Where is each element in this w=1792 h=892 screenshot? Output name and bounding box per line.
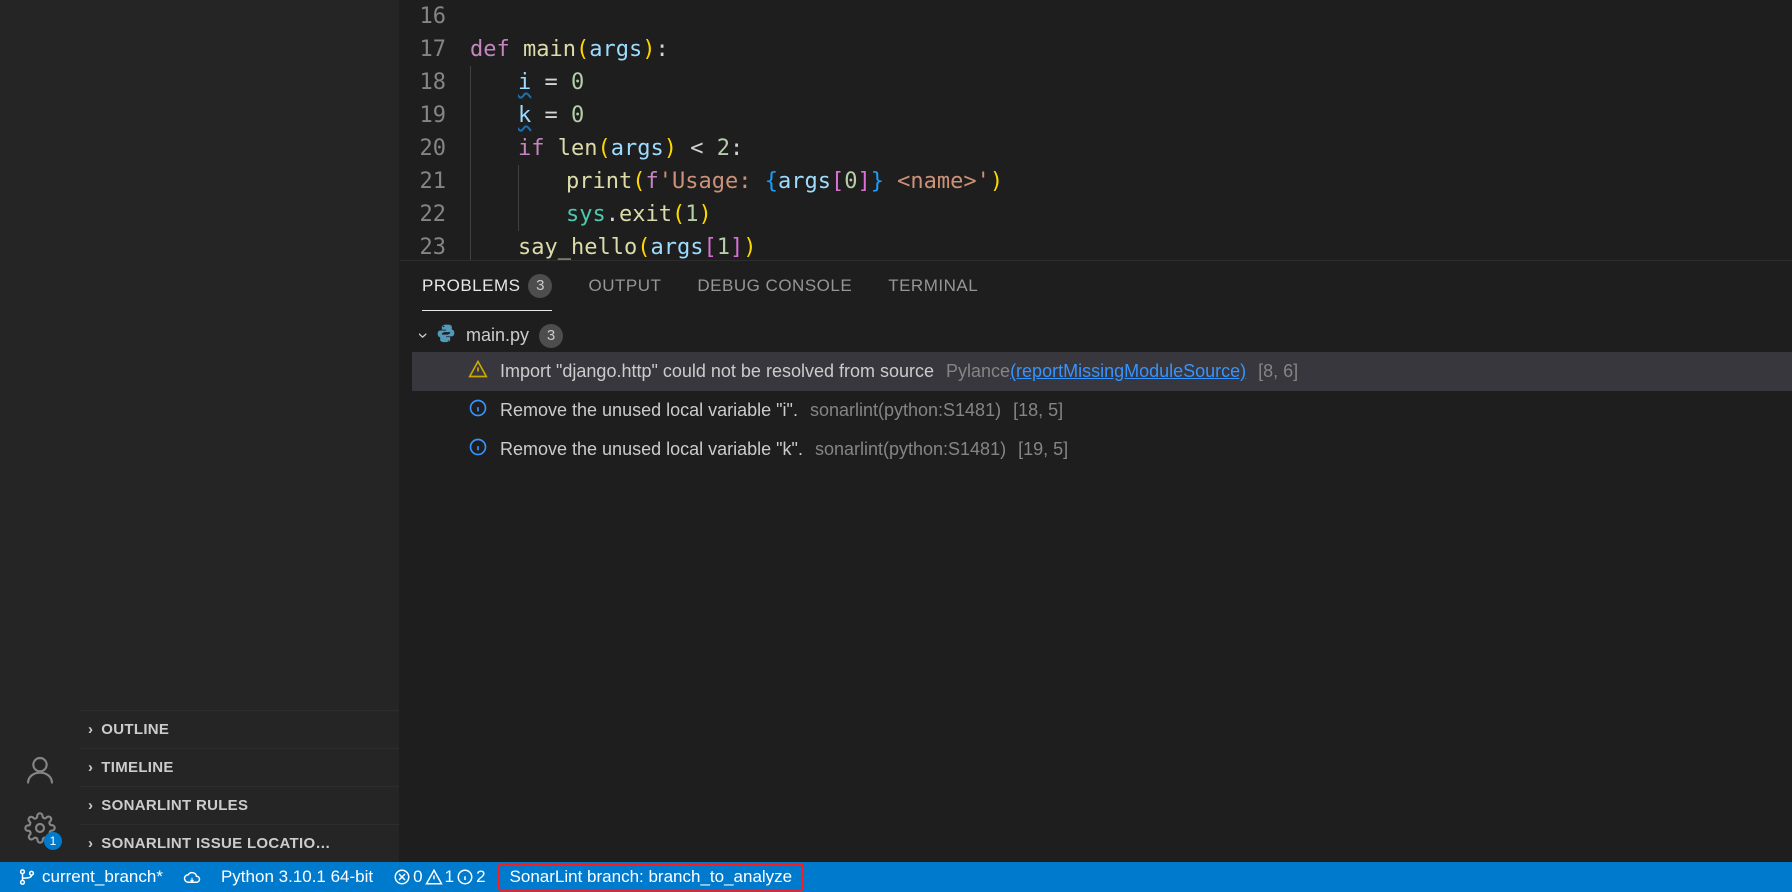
problem-source: Pylance(reportMissingModuleSource) [946, 361, 1246, 382]
branch-name: current_branch* [42, 867, 163, 887]
warning-count: 1 [445, 867, 454, 887]
sidebar-section-outline[interactable]: › OUTLINE [80, 710, 399, 748]
sidebar-section-sonarlint-rules[interactable]: › SONARLINT RULES [80, 786, 399, 824]
tab-output[interactable]: OUTPUT [588, 261, 661, 311]
problems-file-row[interactable]: › main.py 3 [412, 319, 1792, 352]
problem-message: Remove the unused local variable "k". [500, 439, 803, 460]
sonarlint-branch-label: SonarLint branch: branch_to_analyze [510, 867, 793, 887]
tab-problems[interactable]: PROBLEMS 3 [422, 261, 552, 311]
problem-location: [8, 6] [1258, 361, 1298, 382]
tab-label: DEBUG CONSOLE [697, 276, 852, 296]
status-sync[interactable] [173, 862, 211, 892]
problem-source: sonarlint(python:S1481) [810, 400, 1001, 421]
tab-terminal[interactable]: TERMINAL [888, 261, 978, 311]
tab-label: OUTPUT [588, 276, 661, 296]
python-version: Python 3.10.1 64-bit [221, 867, 373, 887]
status-python[interactable]: Python 3.10.1 64-bit [211, 862, 383, 892]
problem-source: sonarlint(python:S1481) [815, 439, 1006, 460]
tab-debug-console[interactable]: DEBUG CONSOLE [697, 261, 852, 311]
info-icon [468, 437, 488, 462]
chevron-right-icon: › [88, 721, 93, 738]
activity-bar: 1 [0, 0, 80, 862]
info-count: 2 [476, 867, 485, 887]
code-content[interactable]: def main(args):i = 0k = 0if len(args) < … [470, 0, 1792, 260]
chevron-right-icon: › [88, 835, 93, 852]
error-icon [393, 868, 411, 886]
file-name: main.py [466, 325, 529, 346]
info-icon [468, 398, 488, 423]
sidebar-section-label: OUTLINE [101, 721, 169, 738]
python-file-icon [436, 323, 456, 348]
sidebar: › OUTLINE › TIMELINE › SONARLINT RULES ›… [80, 0, 400, 862]
code-editor[interactable]: 1617181920212223 def main(args):i = 0k =… [400, 0, 1792, 260]
sidebar-section-label: SONARLINT RULES [101, 797, 248, 814]
settings-icon[interactable]: 1 [16, 804, 64, 852]
status-sonarlint-branch[interactable]: SonarLint branch: branch_to_analyze [498, 863, 805, 891]
chevron-right-icon: › [88, 797, 93, 814]
sidebar-section-label: SONARLINT ISSUE LOCATIO… [101, 835, 330, 852]
settings-badge: 1 [44, 832, 62, 850]
warning-icon [468, 359, 488, 384]
warning-icon [425, 868, 443, 886]
problem-message: Import "django.http" could not be resolv… [500, 361, 934, 382]
problem-row[interactable]: Import "django.http" could not be resolv… [412, 352, 1792, 391]
git-branch-icon [18, 868, 36, 886]
chevron-down-icon: › [413, 333, 434, 339]
problem-row[interactable]: Remove the unused local variable "i". so… [412, 391, 1792, 430]
main-container: 1 › OUTLINE › TIMELINE › SONARLINT RULES… [0, 0, 1792, 862]
problem-location: [19, 5] [1018, 439, 1068, 460]
editor-area: 1617181920212223 def main(args):i = 0k =… [400, 0, 1792, 862]
tab-label: PROBLEMS [422, 276, 520, 296]
cloud-sync-icon [183, 868, 201, 886]
status-diagnostics[interactable]: 0 1 2 [383, 862, 495, 892]
info-icon [456, 868, 474, 886]
problem-row[interactable]: Remove the unused local variable "k". so… [412, 430, 1792, 469]
sidebar-section-label: TIMELINE [101, 759, 173, 776]
file-problem-count: 3 [539, 324, 563, 348]
problem-source-link[interactable]: (reportMissingModuleSource) [1010, 361, 1246, 381]
bottom-panel: PROBLEMS 3 OUTPUT DEBUG CONSOLE TERMINAL… [400, 260, 1792, 862]
account-icon[interactable] [16, 746, 64, 794]
problems-count-badge: 3 [528, 274, 552, 298]
sidebar-section-sonarlint-locations[interactable]: › SONARLINT ISSUE LOCATIO… [80, 824, 399, 862]
problem-location: [18, 5] [1013, 400, 1063, 421]
error-count: 0 [413, 867, 422, 887]
chevron-right-icon: › [88, 759, 93, 776]
problems-list: › main.py 3 Import "django.http" could n… [400, 311, 1792, 862]
line-gutter: 1617181920212223 [400, 0, 470, 260]
sidebar-section-timeline[interactable]: › TIMELINE [80, 748, 399, 786]
status-bar: current_branch* Python 3.10.1 64-bit 0 1… [0, 862, 1792, 892]
problem-message: Remove the unused local variable "i". [500, 400, 798, 421]
panel-tabs: PROBLEMS 3 OUTPUT DEBUG CONSOLE TERMINAL [400, 261, 1792, 311]
status-branch[interactable]: current_branch* [8, 862, 173, 892]
tab-label: TERMINAL [888, 276, 978, 296]
